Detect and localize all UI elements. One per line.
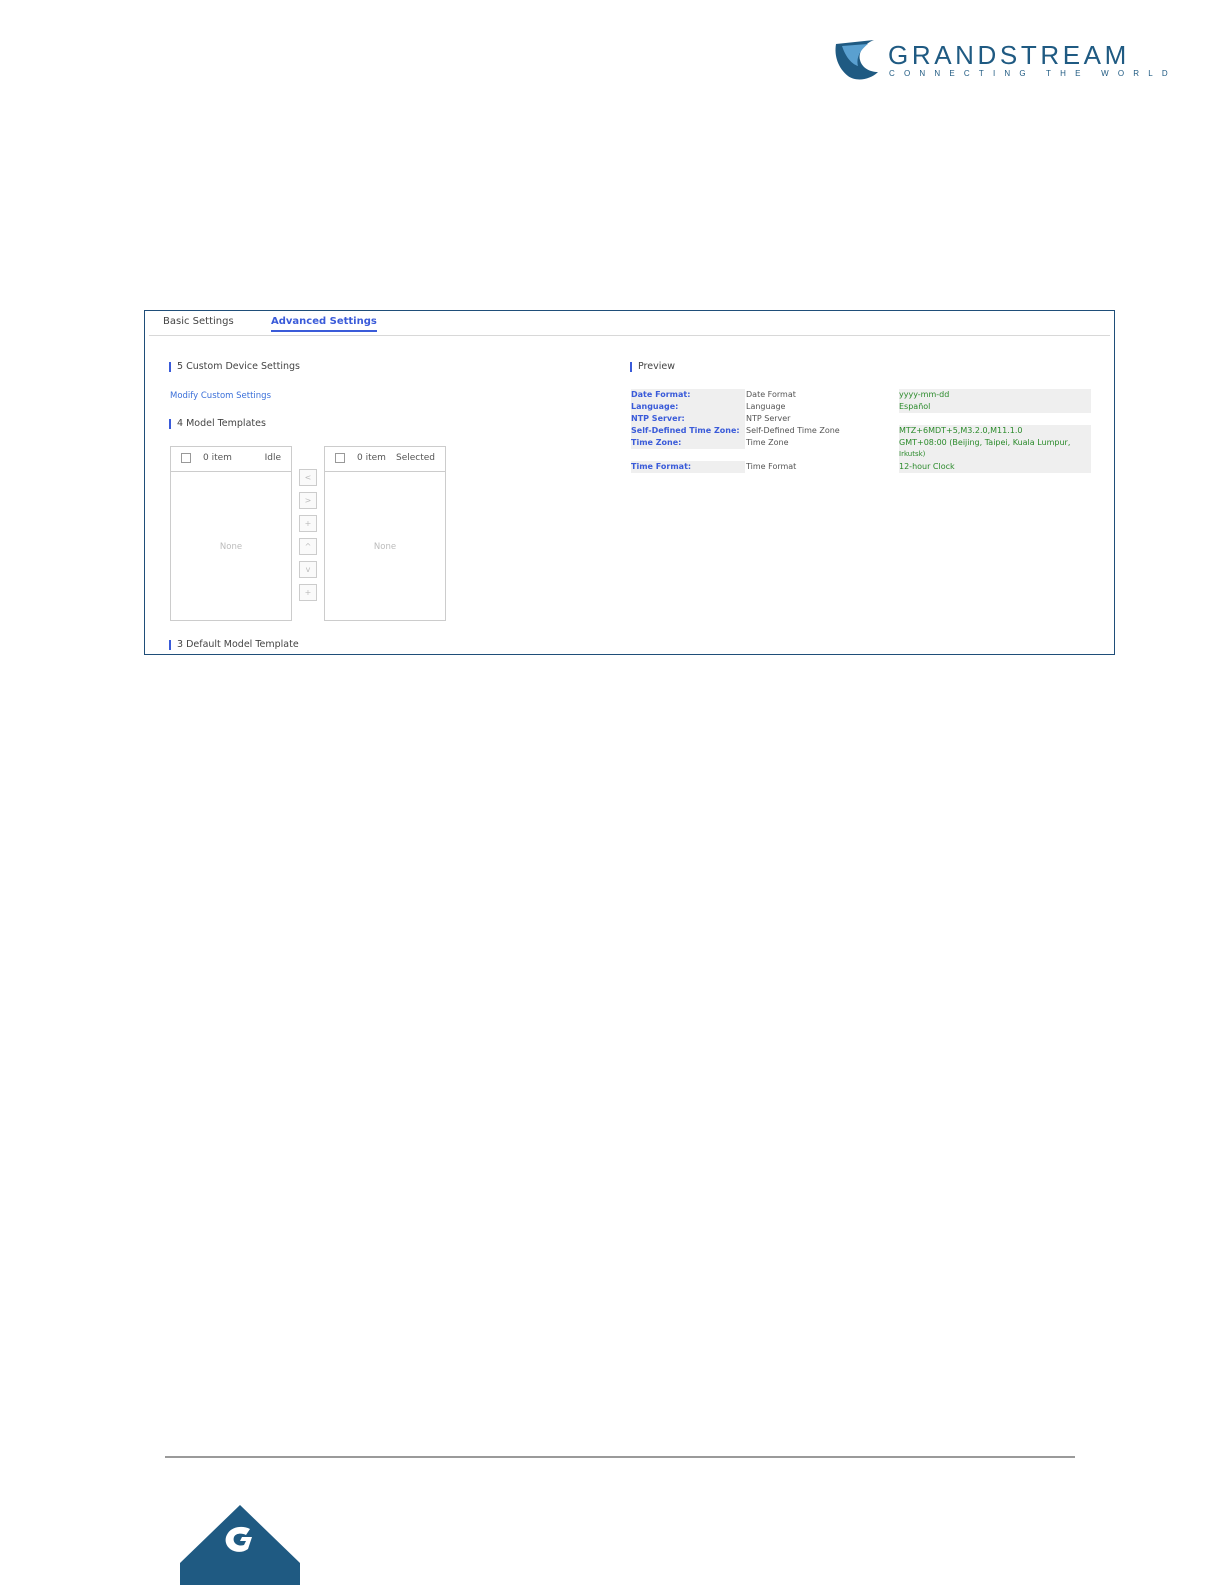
idle-list-header: 0 item Idle (171, 447, 291, 472)
preview-name: Language (746, 402, 786, 411)
custom-device-settings-title: 5 Custom Device Settings (169, 362, 300, 372)
preview-name: Date Format (746, 390, 796, 399)
preview-row: Time Format: Time Format 12-hour Clock (631, 461, 1093, 473)
preview-row: Self-Defined Time Zone: Self-Defined Tim… (631, 425, 1093, 437)
preview-row: Time Zone: Time Zone GMT+08:00 (Beijing,… (631, 437, 1093, 449)
footer-divider (165, 1456, 1075, 1458)
selected-empty-text: None (373, 542, 397, 552)
preview-row: Irkutsk) (631, 449, 1093, 461)
idle-item-count: 0 item (203, 453, 232, 463)
move-right-button[interactable]: > (299, 492, 317, 509)
preview-name: Time Zone (746, 438, 789, 447)
preview-key: Self-Defined Time Zone: (631, 426, 740, 435)
idle-template-list: 0 item Idle None (170, 446, 292, 621)
model-templates-title: 4 Model Templates (169, 419, 266, 429)
selected-list-label: Selected (395, 453, 435, 463)
brand-tagline: CONNECTING THE WORLD (889, 69, 1177, 78)
preview-value: GMT+08:00 (Beijing, Taipei, Kuala Lumpur… (899, 438, 1071, 447)
move-top-button[interactable]: + (299, 515, 317, 532)
grandstream-logo: GRANDSTREAM CONNECTING THE WORLD (834, 38, 1168, 86)
move-up-button[interactable]: ^ (299, 538, 317, 555)
preview-value: MTZ+6MDT+5,M3.2.0,M11.1.0 (899, 426, 1023, 435)
selected-select-all-checkbox[interactable] (335, 453, 345, 463)
preview-key: Language: (631, 402, 679, 411)
preview-key: Date Format: (631, 390, 691, 399)
selected-item-count: 0 item (357, 453, 386, 463)
transfer-buttons: < > + ^ v + (299, 469, 317, 607)
preview-key: Time Format: (631, 462, 692, 471)
selected-template-list: 0 item Selected None (324, 446, 446, 621)
selected-list-header: 0 item Selected (325, 447, 445, 472)
idle-list-label: Idle (264, 453, 281, 463)
preview-name: Time Format (746, 462, 797, 471)
preview-value: yyyy-mm-dd (899, 390, 950, 399)
move-down-button[interactable]: v (299, 561, 317, 578)
settings-screenshot: Basic Settings Advanced Settings 5 Custo… (144, 310, 1115, 655)
idle-select-all-checkbox[interactable] (181, 453, 191, 463)
preview-name: Self-Defined Time Zone (746, 426, 840, 435)
preview-value: 12-hour Clock (899, 462, 955, 471)
preview-value: Español (899, 402, 931, 411)
grandstream-logo-icon (835, 40, 878, 80)
preview-title: Preview (630, 362, 675, 372)
preview-row: Date Format: Date Format yyyy-mm-dd (631, 389, 1093, 401)
footer-logo-icon (180, 1505, 300, 1585)
default-model-template-title: 3 Default Model Template (169, 640, 299, 650)
tab-bar: Basic Settings Advanced Settings (149, 311, 1110, 336)
tab-basic-settings[interactable]: Basic Settings (163, 316, 234, 327)
move-bottom-button[interactable]: + (299, 584, 317, 601)
preview-key: Time Zone: (631, 438, 682, 447)
preview-value: Irkutsk) (899, 450, 926, 458)
preview-table: Date Format: Date Format yyyy-mm-dd Lang… (631, 389, 1093, 473)
modify-custom-settings-link[interactable]: Modify Custom Settings (170, 391, 271, 401)
tab-advanced-settings[interactable]: Advanced Settings (271, 316, 377, 332)
brand-name: GRANDSTREAM (888, 40, 1130, 70)
preview-row: NTP Server: NTP Server (631, 413, 1093, 425)
preview-key: NTP Server: (631, 414, 685, 423)
preview-name: NTP Server (746, 414, 791, 423)
preview-row: Language: Language Español (631, 401, 1093, 413)
idle-empty-text: None (219, 542, 243, 552)
move-left-button[interactable]: < (299, 469, 317, 486)
